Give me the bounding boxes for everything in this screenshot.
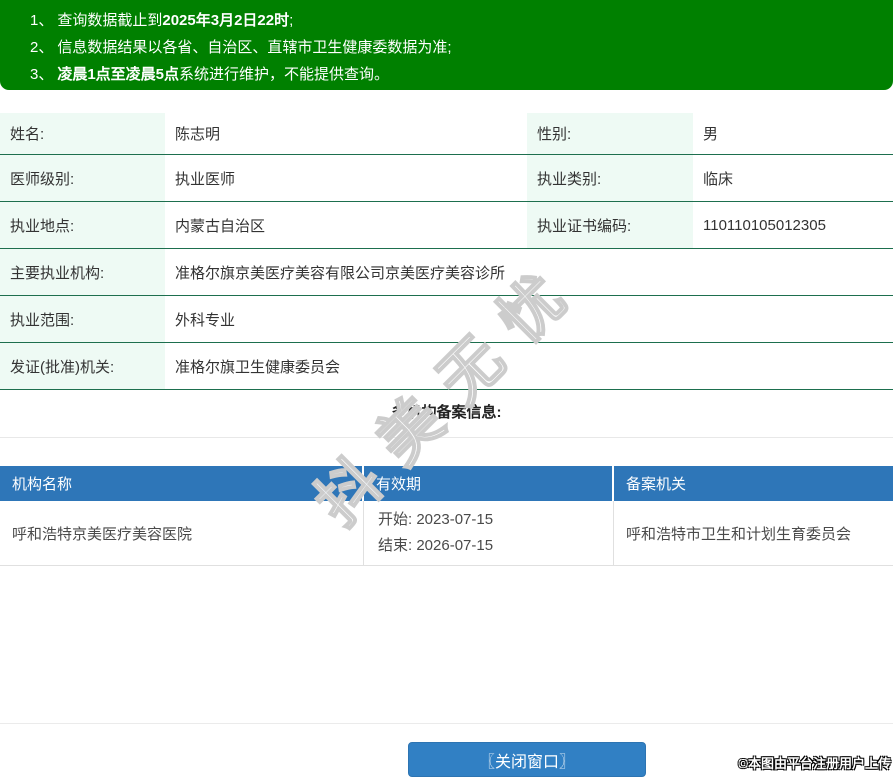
footer-divider [0,723,893,724]
notice-text: 系统进行维护，不能提供查询。 [179,66,390,83]
notice-text: ; [289,12,294,29]
column-header-authority: 备案机关 [626,476,687,493]
field-value-gender: 男 [703,126,719,143]
notice-line-3: 3、 凌晨1点至凌晨5点系统进行维护，不能提供查询。 [0,61,893,88]
close-window-button[interactable]: 〖关闭窗口〗 [408,742,646,777]
field-value-issuing-authority: 准格尔旗卫生健康委员会 [175,358,341,376]
notice-text-bold: 凌晨1点至凌晨5点 [57,66,180,83]
field-label-practice-category: 执业类别: [527,155,693,201]
table-row: 发证(批准)机关: 准格尔旗卫生健康委员会 [0,343,893,390]
field-value-practice-category: 临床 [703,170,734,188]
field-value-practice-scope: 外科专业 [175,311,236,329]
field-label-practice-scope: 执业范围: [0,296,165,342]
field-label-main-institution: 主要执业机构: [0,249,165,295]
multi-org-table-header: 机构名称 有效期 备案机关 [0,466,893,501]
notice-text: 信息数据结果以各省、自治区、直辖市卫生健康委数据为准; [57,39,452,56]
field-label-name: 姓名: [0,113,165,154]
notice-bar: 1、 查询数据截止到2025年3月2日22时; 2、 信息数据结果以各省、自治区、直… [0,0,893,90]
notice-line-2: 2、 信息数据结果以各省、自治区、直辖市卫生健康委数据为准; [0,34,893,61]
column-header-org-name: 机构名称 [0,466,364,501]
validity-start: 开始: 2023-07-15 [378,511,494,528]
field-value-name: 陈志明 [175,126,221,143]
validity-cell: 开始: 2023-07-15 结束: 2026-07-15 [364,501,614,565]
field-label-practice-location: 执业地点: [0,202,165,248]
field-value-doctor-level: 执业医师 [175,170,236,188]
multi-org-table-row: 呼和浩特京美医疗美容医院 开始: 2023-07-15 结束: 2026-07-… [0,501,893,566]
table-row: 执业范围: 外科专业 [0,296,893,343]
table-row: 主要执业机构: 准格尔旗京美医疗美容有限公司京美医疗美容诊所 [0,249,893,296]
org-name-cell: 呼和浩特京美医疗美容医院 [0,501,364,565]
column-header-validity: 有效期 [364,466,614,501]
table-row: 姓名: 陈志明 性别: 男 [0,113,893,155]
notice-line-1: 1、 查询数据截止到2025年3月2日22时; [0,7,893,34]
practitioner-query-result-page: 1、 查询数据截止到2025年3月2日22时; 2、 信息数据结果以各省、自治区、直… [0,0,893,779]
field-label-doctor-level: 医师级别: [0,155,165,201]
notice-text: 查询数据截止到 [57,12,163,29]
authority-cell: 呼和浩特市卫生和计划生育委员会 [626,525,852,543]
validity-end: 结束: 2026-07-15 [378,537,494,554]
table-row: 医师级别: 执业医师 执业类别: 临床 [0,155,893,202]
field-value-main-institution: 准格尔旗京美医疗美容有限公司京美医疗美容诊所 [175,264,506,282]
field-label-gender: 性别: [527,113,693,154]
notice-number: 2、 [30,39,54,56]
field-value-certificate-number: 110110105012305 [703,216,826,234]
notice-number: 1、 [30,12,54,29]
table-row: 执业地点: 内蒙古自治区 执业证书编码: 110110105012305 [0,202,893,249]
multi-org-table: 机构名称 有效期 备案机关 呼和浩特京美医疗美容医院 开始: 2023-07-1… [0,466,893,566]
upload-stamp-text: ©本图由平台注册用户上传 [738,756,891,771]
practitioner-info-table: 姓名: 陈志明 性别: 男 医师级别: 执业医师 执业类别: 临床 执业地点: … [0,113,893,390]
field-value-practice-location: 内蒙古自治区 [175,217,266,235]
notice-number: 3、 [30,66,54,83]
multi-org-section-title: 多机构备案信息: [0,390,893,438]
notice-text-bold: 2025年3月2日22时 [162,12,290,29]
field-label-issuing-authority: 发证(批准)机关: [0,343,165,389]
field-label-certificate-number: 执业证书编码: [527,202,693,248]
